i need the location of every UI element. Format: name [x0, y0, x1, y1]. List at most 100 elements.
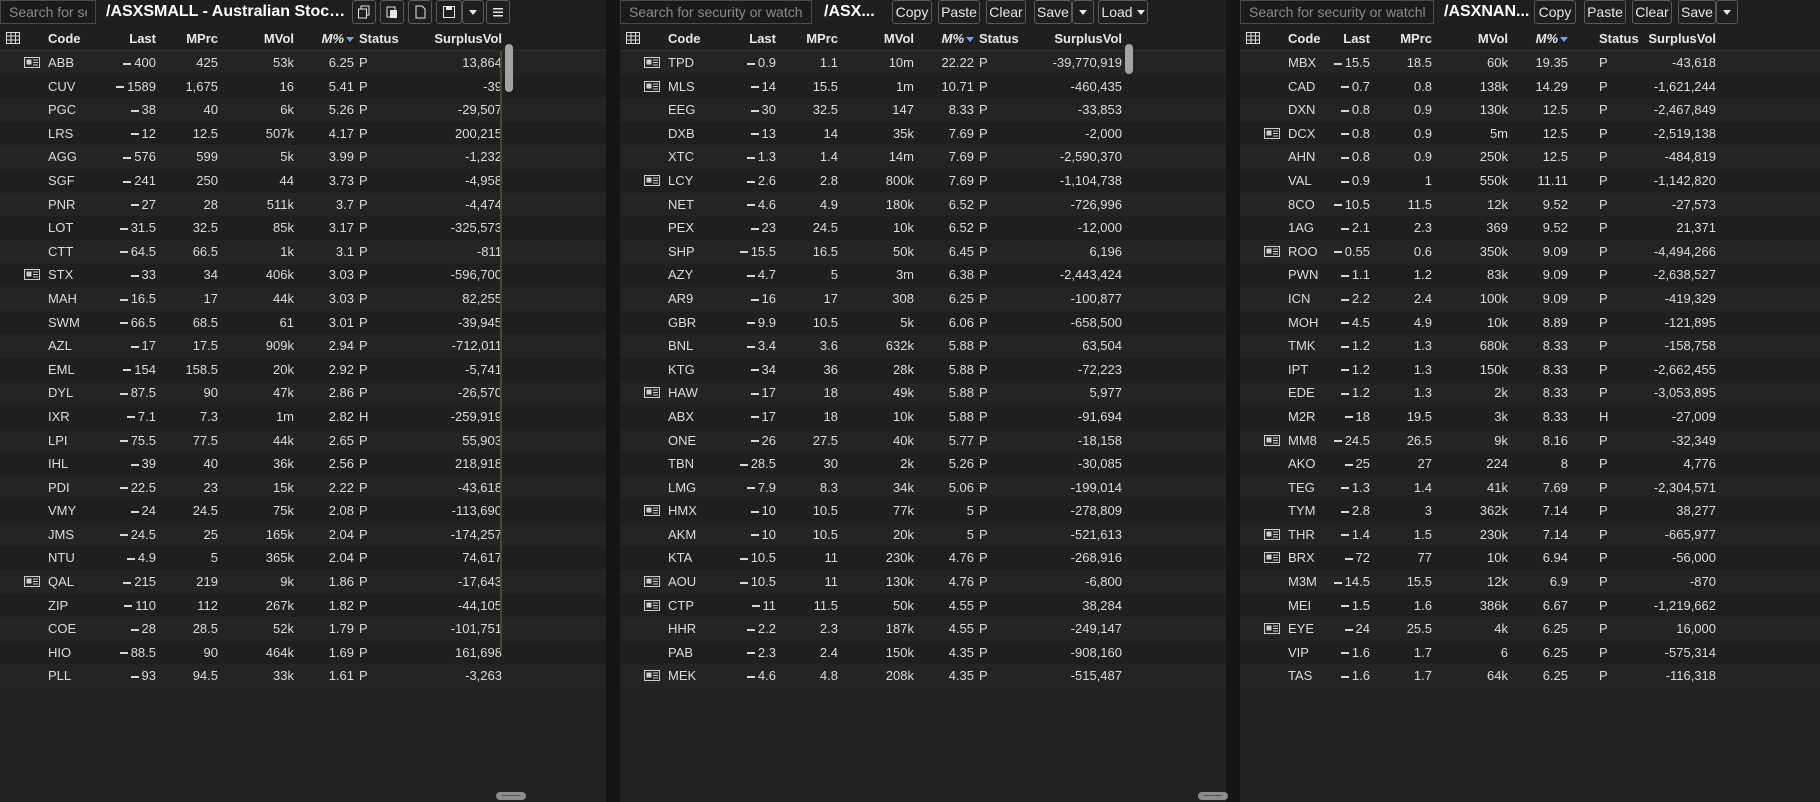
cell-code[interactable]: 1AG — [1288, 220, 1314, 235]
table-row[interactable]: 1AG 2.1 2.3 369 9.52 P 21,371 — [1240, 216, 1820, 240]
col-code[interactable]: Code — [668, 31, 701, 46]
cell-code[interactable]: DCX — [1288, 126, 1315, 141]
table-row[interactable]: PWN 1.1 1.2 83k 9.09 P -2,638,527 — [1240, 263, 1820, 287]
table-row[interactable]: PNR 27 28 511k 3.7 P -4,474 — [0, 192, 606, 217]
table-row[interactable]: HMX 10 10.5 77k 5 P -278,809 — [620, 499, 1226, 523]
cell-code[interactable]: VAL — [1288, 173, 1312, 188]
list-menu-button[interactable] — [486, 0, 510, 24]
cell-code[interactable]: ABX — [668, 409, 694, 424]
table-row[interactable]: THR 1.4 1.5 230k 7.14 P -665,977 — [1240, 522, 1820, 547]
table-row[interactable]: MEI 1.5 1.6 386k 6.67 P -1,219,662 — [1240, 593, 1820, 618]
table-row[interactable]: DCX 0.8 0.9 5m 12.5 P -2,519,138 — [1240, 121, 1820, 146]
col-surplus[interactable]: SurplusVol — [434, 31, 502, 46]
cell-code[interactable]: 8CO — [1288, 197, 1315, 212]
news-icon[interactable] — [644, 670, 660, 682]
cell-code[interactable]: DXN — [1288, 102, 1315, 117]
table-row[interactable]: LRS 12 12.5 507k 4.17 P 200,215 — [0, 121, 606, 146]
col-last[interactable]: Last — [129, 31, 156, 46]
col-last[interactable]: Last — [749, 31, 776, 46]
cell-code[interactable]: LCY — [668, 173, 693, 188]
cell-code[interactable]: TAS — [1288, 668, 1312, 683]
cell-code[interactable]: SGF — [48, 173, 75, 188]
table-row[interactable]: EEG 30 32.5 147 8.33 P -33,853 — [620, 98, 1226, 122]
col-mprc[interactable]: MPrc — [186, 31, 218, 46]
vertical-scrollbar[interactable] — [505, 44, 513, 92]
table-row[interactable]: CTT 64.5 66.5 1k 3.1 P -811 — [0, 239, 606, 264]
cell-code[interactable]: AKO — [1288, 456, 1315, 471]
cell-code[interactable]: ONE — [668, 433, 696, 448]
table-row[interactable]: ICN 2.2 2.4 100k 9.09 P -419,329 — [1240, 286, 1820, 311]
cell-code[interactable]: MAH — [48, 291, 77, 306]
cell-code[interactable]: PDI — [48, 480, 70, 495]
news-icon[interactable] — [1264, 434, 1280, 446]
cell-code[interactable]: PWN — [1288, 267, 1318, 282]
copy-button[interactable]: Copy — [1534, 0, 1576, 24]
grid-icon[interactable] — [1246, 32, 1260, 44]
table-row[interactable]: NTU 4.9 5 365k 2.04 P 74,617 — [0, 546, 606, 571]
col-status[interactable]: Status — [359, 31, 399, 46]
cell-code[interactable]: TYM — [1288, 503, 1315, 518]
cell-code[interactable]: MLS — [668, 79, 695, 94]
table-row[interactable]: ABX 17 18 10k 5.88 P -91,694 — [620, 404, 1226, 429]
cell-code[interactable]: AHN — [1288, 149, 1315, 164]
table-row[interactable]: TMK 1.2 1.3 680k 8.33 P -158,758 — [1240, 334, 1820, 358]
col-code[interactable]: Code — [48, 31, 81, 46]
cell-code[interactable]: IXR — [48, 409, 70, 424]
news-icon[interactable] — [24, 576, 40, 588]
table-row[interactable]: SHP 15.5 16.5 50k 6.45 P 6,196 — [620, 239, 1226, 264]
col-mpct[interactable]: M% — [322, 31, 354, 46]
table-row[interactable]: MOH 4.5 4.9 10k 8.89 P -121,895 — [1240, 310, 1820, 335]
table-row[interactable]: ONE 26 27.5 40k 5.77 P -18,158 — [620, 428, 1226, 453]
cell-code[interactable]: EDE — [1288, 385, 1315, 400]
watchlist-title[interactable]: /ASXSMALL - Australian Stock Exc... — [106, 3, 352, 21]
cell-code[interactable]: EYE — [1288, 621, 1314, 636]
table-row[interactable]: MBX 15.5 18.5 60k 19.35 P -43,618 — [1240, 51, 1820, 75]
table-row[interactable]: STX 33 34 406k 3.03 P -596,700 — [0, 263, 606, 287]
cell-code[interactable]: LRS — [48, 126, 73, 141]
cell-code[interactable]: ICN — [1288, 291, 1310, 306]
cell-code[interactable]: CTT — [48, 244, 73, 259]
cell-code[interactable]: PNR — [48, 197, 75, 212]
table-row[interactable]: DYL 87.5 90 47k 2.86 P -26,570 — [0, 381, 606, 405]
save-icon-button[interactable] — [436, 0, 462, 24]
table-row[interactable]: SGF 241 250 44 3.73 P -4,958 — [0, 168, 606, 193]
news-icon[interactable] — [644, 576, 660, 588]
table-row[interactable]: MAH 16.5 17 44k 3.03 P 82,255 — [0, 286, 606, 311]
table-row[interactable]: JMS 24.5 25 165k 2.04 P -174,257 — [0, 522, 606, 547]
table-row[interactable]: AR9 16 17 308 6.25 P -100,877 — [620, 286, 1226, 311]
search-input[interactable] — [1240, 0, 1434, 24]
news-icon[interactable] — [1264, 528, 1280, 540]
cell-code[interactable]: PLL — [48, 668, 71, 683]
news-icon[interactable] — [644, 80, 660, 92]
cell-code[interactable]: BRX — [1288, 550, 1315, 565]
grid-icon[interactable] — [6, 32, 20, 44]
cell-code[interactable]: PEX — [668, 220, 694, 235]
cell-code[interactable]: IPT — [1288, 362, 1308, 377]
cell-code[interactable]: HIO — [48, 645, 71, 660]
cell-code[interactable]: MM8 — [1288, 433, 1317, 448]
search-input[interactable] — [0, 0, 96, 24]
news-icon[interactable] — [1264, 623, 1280, 635]
clear-button[interactable]: Clear — [1632, 0, 1672, 24]
cell-code[interactable]: AKM — [668, 527, 696, 542]
table-row[interactable]: ROO 0.55 0.6 350k 9.09 P -4,494,266 — [1240, 239, 1820, 264]
cell-code[interactable]: VIP — [1288, 645, 1309, 660]
table-row[interactable]: HHR 2.2 2.3 187k 4.55 P -249,147 — [620, 617, 1226, 641]
table-row[interactable]: ABB 400 425 53k 6.25 P 13,864 — [0, 51, 606, 75]
col-mpct[interactable]: M% — [942, 31, 974, 46]
cell-code[interactable]: COE — [48, 621, 76, 636]
cell-code[interactable]: CAD — [1288, 79, 1315, 94]
cell-code[interactable]: SWM — [48, 315, 80, 330]
table-row[interactable]: M2R 18 19.5 3k 8.33 H -27,009 — [1240, 404, 1820, 429]
cell-code[interactable]: TEG — [1288, 480, 1315, 495]
cell-code[interactable]: DYL — [48, 385, 73, 400]
news-icon[interactable] — [644, 505, 660, 517]
table-row[interactable]: AOU 10.5 11 130k 4.76 P -6,800 — [620, 570, 1226, 594]
cell-code[interactable]: TMK — [1288, 338, 1315, 353]
table-row[interactable]: PEX 23 24.5 10k 6.52 P -12,000 — [620, 216, 1226, 240]
news-icon[interactable] — [644, 174, 660, 186]
copy-button[interactable]: Copy — [892, 0, 932, 24]
cell-code[interactable]: LMG — [668, 480, 696, 495]
table-row[interactable]: IPT 1.2 1.3 150k 8.33 P -2,662,455 — [1240, 357, 1820, 382]
news-icon[interactable] — [24, 269, 40, 281]
